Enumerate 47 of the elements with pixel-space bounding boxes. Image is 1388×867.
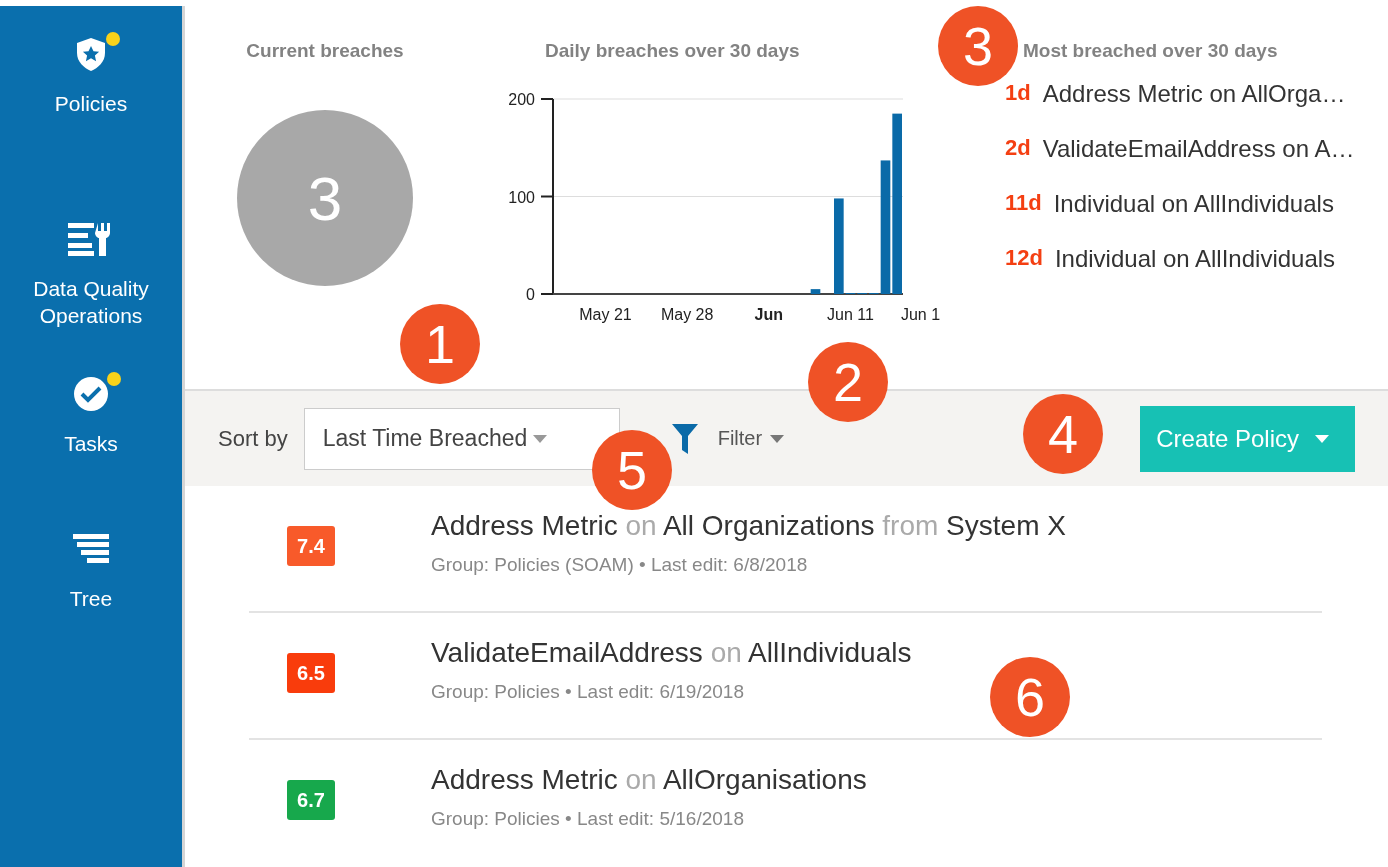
filter-button[interactable]: Filter xyxy=(717,427,785,451)
filter-icon[interactable] xyxy=(671,423,698,454)
breach-age: 12d xyxy=(1005,245,1043,272)
policy-title[interactable]: ValidateEmailAddress on AllIndividuals xyxy=(431,637,912,669)
x-tick-label: Jun xyxy=(754,306,784,323)
callout-marker: 6 xyxy=(990,657,1070,737)
sidebar-item[interactable]: Tasks xyxy=(0,346,182,501)
breach-age: 11d xyxy=(1005,190,1042,217)
policy-title[interactable]: Address Metric on All Organizations from System X xyxy=(431,510,1066,542)
x-tick-label: May 28 xyxy=(660,306,714,323)
callout-marker: 3 xyxy=(938,6,1018,86)
x-tick-label: Jun 1 xyxy=(900,306,941,323)
section-title: Current breaches xyxy=(246,40,404,62)
chart-title: Daily breaches over 30 days xyxy=(545,40,801,62)
caret-icon xyxy=(533,434,548,443)
sort-dropdown[interactable]: Last Time Breached xyxy=(303,407,620,470)
policy-link[interactable]: Individual on AllIndividuals xyxy=(1054,245,1336,273)
y-tick-label: 200 xyxy=(508,91,535,108)
callout-marker: 1 xyxy=(400,304,480,384)
policy-link[interactable]: Address Metric on AllOrga… xyxy=(1042,80,1346,108)
check-circle-icon xyxy=(73,376,109,412)
breach-age: 2d xyxy=(1005,135,1031,162)
y-tick-label: 0 xyxy=(526,286,535,303)
caret-icon xyxy=(770,434,785,443)
policy-meta: Group: Policies • Last edit: 5/16/2018 xyxy=(431,808,745,830)
policy-link[interactable]: ValidateEmailAddress on A… xyxy=(1042,135,1355,163)
section-title: Most breached over 30 days xyxy=(1023,40,1279,62)
y-tick-label: 100 xyxy=(508,188,535,206)
policy-link[interactable]: Individual on AllIndividuals xyxy=(1053,190,1334,218)
breach-count-circle: 3 xyxy=(237,110,413,286)
tree-list-icon xyxy=(73,534,109,564)
x-tick-label: May 21 xyxy=(579,306,632,323)
shield-icon xyxy=(74,36,108,72)
score-badge: 6.5 xyxy=(287,653,335,693)
policy-meta: Group: Policies • Last edit: 6/19/2018 xyxy=(431,681,745,703)
sidebar-item[interactable]: Data Quality Operations xyxy=(0,191,182,346)
callout-marker: 2 xyxy=(808,342,888,422)
caret-icon xyxy=(1315,434,1329,443)
score-badge: 7.4 xyxy=(287,526,335,566)
sidebar-item[interactable]: Tree xyxy=(0,501,182,656)
sort-label: Sort by xyxy=(218,425,288,452)
policy-meta: Group: Policies (SOAM) • Last edit: 6/8/2018 xyxy=(431,554,809,576)
policy-title[interactable]: Address Metric on AllOrganisations xyxy=(431,764,867,796)
sidebar-item[interactable]: Policies xyxy=(0,6,182,191)
chart-bar xyxy=(810,289,821,294)
x-tick-label: Jun 11 xyxy=(827,306,874,323)
score-badge: 6.7 xyxy=(287,780,335,820)
